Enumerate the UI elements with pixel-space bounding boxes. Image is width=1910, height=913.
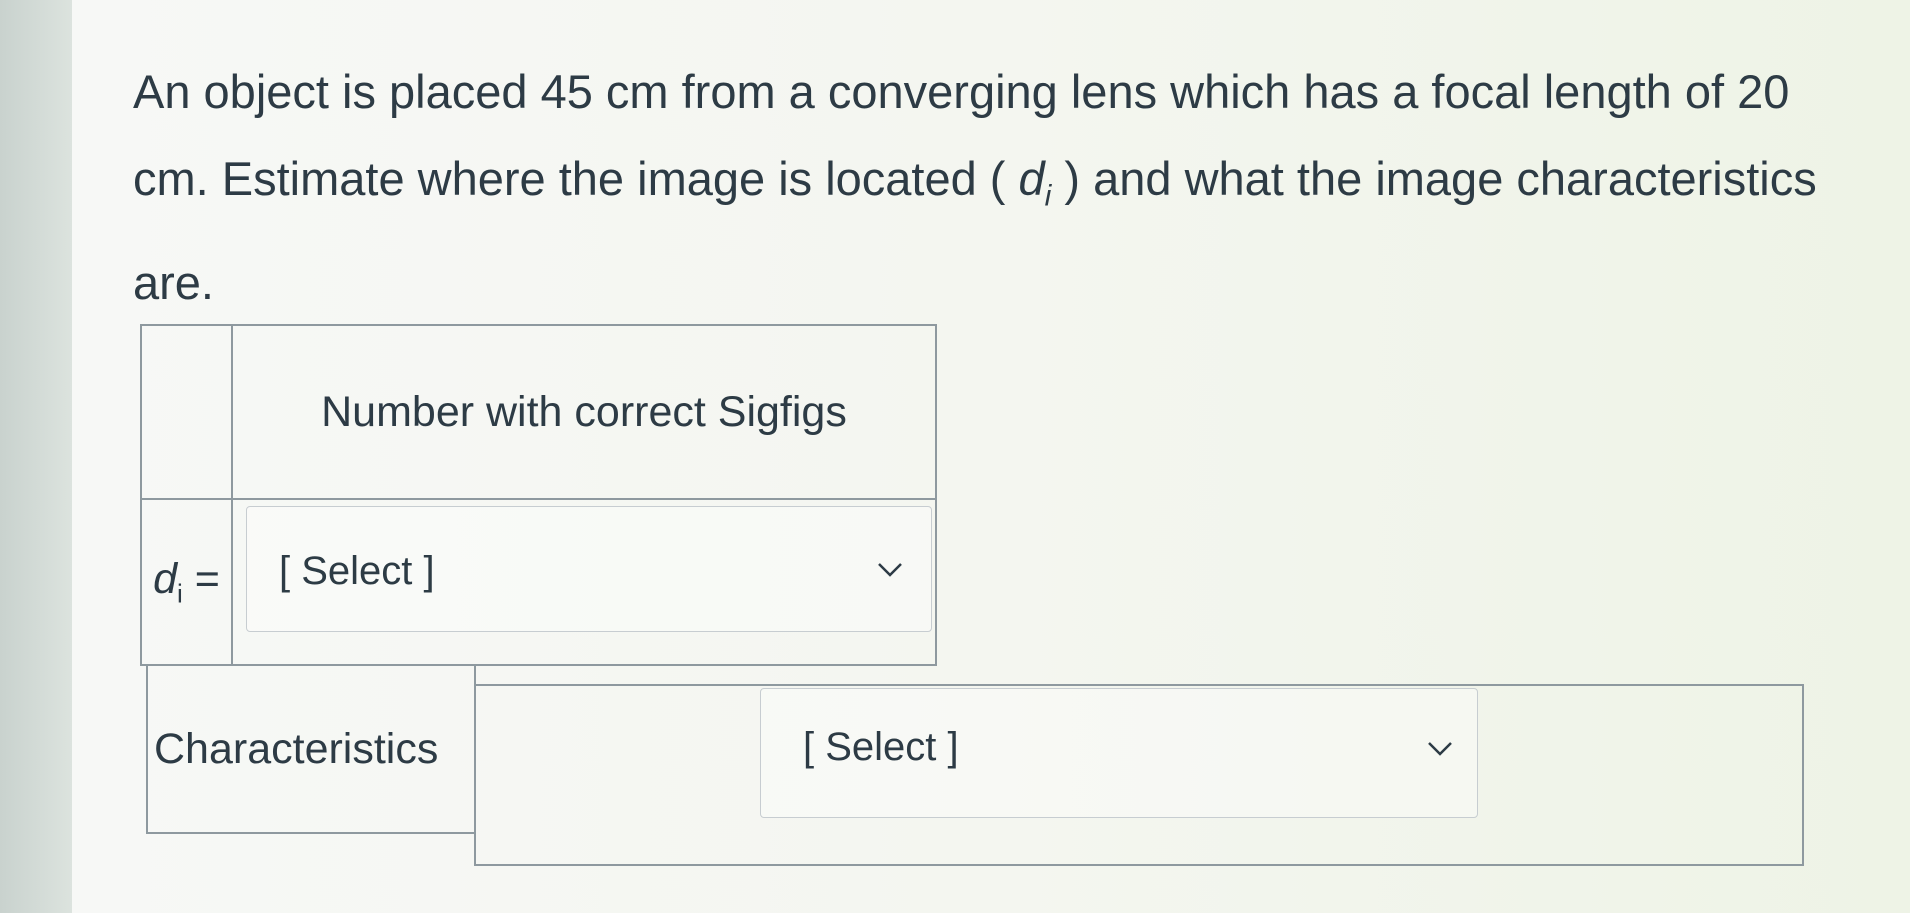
- table2-row-label-cell: Characteristics: [146, 664, 476, 834]
- table1-corner-cell: [140, 324, 233, 500]
- characteristics-label: Characteristics: [154, 724, 439, 773]
- di-label: di =: [153, 555, 220, 610]
- table1-header: Number with correct Sigfigs: [321, 387, 847, 436]
- chevron-down-icon: [878, 563, 902, 577]
- di-select-dropdown[interactable]: [ Select ]: [246, 506, 932, 632]
- di-label-equals: =: [182, 554, 220, 603]
- di-label-d: d: [153, 554, 178, 603]
- characteristics-select-dropdown[interactable]: [ Select ]: [760, 688, 1478, 818]
- chevron-down-icon: [1428, 742, 1452, 756]
- characteristics-select-value: [ Select ]: [803, 725, 959, 769]
- di-select-value: [ Select ]: [279, 549, 435, 593]
- question-symbol-d: d: [1018, 152, 1045, 205]
- question-text: An object is placed 45 cm from a converg…: [133, 48, 1833, 326]
- question-symbol: di: [1018, 152, 1052, 212]
- table1-header-cell: Number with correct Sigfigs: [231, 324, 937, 500]
- table1-row-label-cell: di =: [140, 498, 233, 666]
